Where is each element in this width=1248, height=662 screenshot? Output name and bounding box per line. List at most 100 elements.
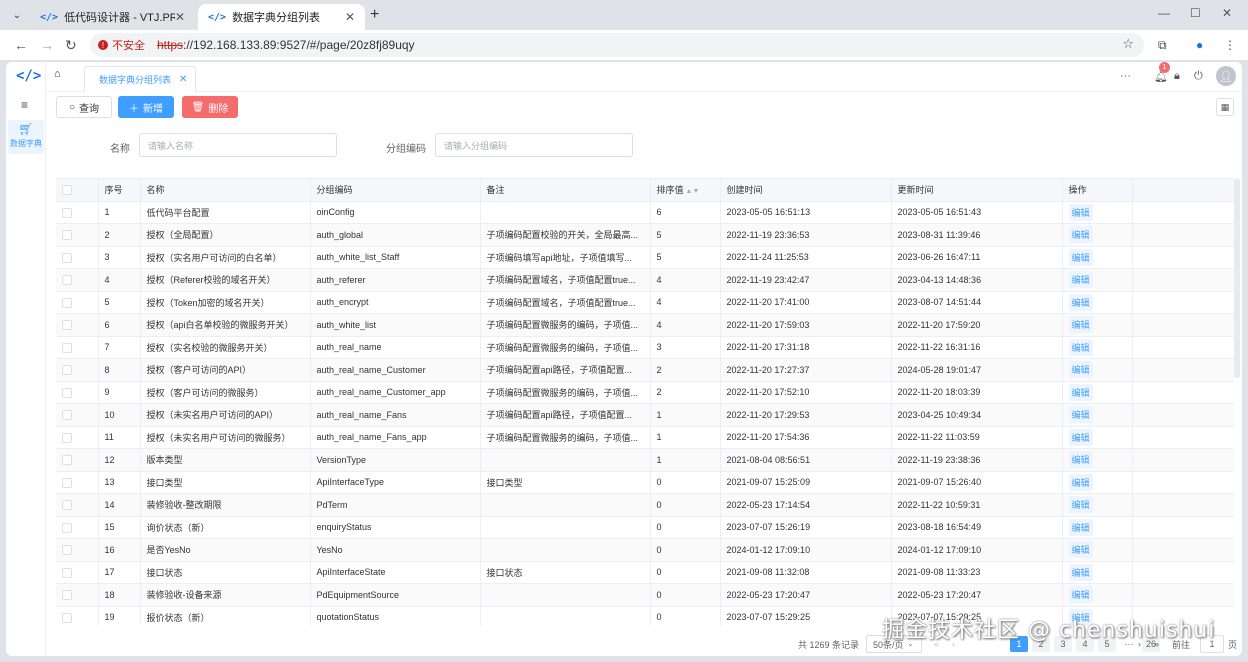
forward-icon[interactable]: → <box>40 37 54 53</box>
table-row[interactable]: 8 授权（客户可访问的API） auth_real_name_Customer 子项编… <box>56 358 1234 382</box>
menu-toggle-icon[interactable]: ≡ <box>21 98 28 112</box>
back-icon[interactable]: ← <box>14 37 28 53</box>
row-checkbox[interactable] <box>56 201 99 224</box>
row-checkbox[interactable] <box>56 471 99 494</box>
edit-button[interactable]: 编辑 <box>1068 406 1093 424</box>
window-close-icon[interactable]: ✕ <box>1222 6 1232 20</box>
row-checkbox[interactable] <box>56 606 99 626</box>
table-row[interactable]: 17 接口状态 ApiInterfaceState 接口状态 0 2021-09-08 1… <box>56 561 1234 584</box>
table-row[interactable]: 10 授权（未实名用户可访问的API） auth_real_name_Fans 子项编… <box>56 403 1234 427</box>
table-row[interactable]: 12 版本类型 VersionType 1 2021-08-04 08:56:51 202… <box>56 448 1234 472</box>
maximize-icon[interactable]: ☐ <box>1190 6 1201 20</box>
lock-icon[interactable]: 🔒︎ <box>1174 70 1180 83</box>
row-checkbox[interactable] <box>56 268 99 292</box>
edit-button[interactable]: 编辑 <box>1068 586 1093 604</box>
column-header-sortable[interactable]: 排序值 ▲▼ <box>650 179 721 202</box>
edit-button[interactable]: 编辑 <box>1068 203 1093 221</box>
edit-button[interactable]: 编辑 <box>1068 271 1093 289</box>
edit-button[interactable]: 编辑 <box>1068 451 1093 469</box>
table-row[interactable]: 6 授权（api白名单校验的微服务开关） auth_white_list 子项编码配置… <box>56 313 1234 337</box>
row-checkbox[interactable] <box>56 561 99 584</box>
table-row[interactable]: 2 授权（全局配置） auth_global 子项编码配置校验的开关，全局最高... 5… <box>56 223 1234 247</box>
table-row[interactable]: 15 询价状态（新） enquiryStatus 0 2023-07-07 15:26:… <box>56 516 1234 539</box>
select-all-checkbox[interactable] <box>56 179 99 202</box>
bookmark-star-icon[interactable]: ☆ <box>1122 36 1134 52</box>
table-row[interactable]: 16 是否YesNo YesNo 0 2024-01-12 17:09:10 2024-0… <box>56 538 1234 562</box>
edit-button[interactable]: 编辑 <box>1068 316 1093 334</box>
row-checkbox[interactable] <box>56 493 99 517</box>
browser-tab-designer[interactable]: </> 低代码设计器 - VTJ.PRO ✕ <box>30 4 195 30</box>
home-icon[interactable]: ⌂ <box>54 68 61 80</box>
browser-menu-icon[interactable]: ⋮ <box>1224 38 1236 52</box>
column-header-label: 排序值 <box>656 185 684 196</box>
warning-icon: ! <box>98 40 108 50</box>
code-filter-input[interactable]: 请输入分组编码 <box>435 133 633 157</box>
table-row[interactable]: 5 授权（Token加密的域名开关） auth_encrypt 子项编码配置域名，子项… <box>56 291 1234 314</box>
tab-dictionary-list[interactable]: 数据字典分组列表 ✕ <box>84 66 196 92</box>
add-button[interactable]: ＋ 新增 <box>118 96 174 118</box>
table-row[interactable]: 14 装修验收-整改期限 PdTerm 0 2022-05-23 17:14:54 202… <box>56 493 1234 517</box>
more-icon[interactable]: ··· <box>1120 70 1131 82</box>
edit-button[interactable]: 编辑 <box>1068 541 1093 559</box>
name-filter-input[interactable]: 请输入名称 <box>139 133 337 157</box>
row-checkbox[interactable] <box>56 516 99 539</box>
close-icon[interactable]: ✕ <box>175 10 185 24</box>
profile-icon[interactable]: ● <box>1196 38 1203 52</box>
close-icon[interactable]: ✕ <box>179 74 187 85</box>
extensions-icon[interactable]: ⧉ <box>1158 38 1167 53</box>
sidebar-item-dictionary[interactable]: 🛒︎ 数据字典 <box>8 120 44 154</box>
edit-button[interactable]: 编辑 <box>1068 248 1093 266</box>
row-checkbox[interactable] <box>56 538 99 562</box>
close-icon[interactable]: ✕ <box>345 10 355 24</box>
table-cell: 授权（客户可访问的API） <box>140 358 311 382</box>
row-checkbox[interactable] <box>56 448 99 472</box>
table-row[interactable]: 11 授权（未实名用户可访问的微服务） auth_real_name_Fans_ap… <box>56 426 1234 449</box>
row-checkbox[interactable] <box>56 313 99 337</box>
table-cell: 2022-11-20 17:59:03 <box>720 313 892 337</box>
edit-button[interactable]: 编辑 <box>1068 338 1093 356</box>
row-checkbox[interactable] <box>56 336 99 359</box>
address-bar[interactable]: ! 不安全 https://192.168.133.89:9527/#/page… <box>90 33 1144 57</box>
table-cell: 3 <box>650 336 721 359</box>
security-indicator[interactable]: ! 不安全 <box>98 37 145 53</box>
vtj-logo-icon[interactable]: </> <box>16 68 41 84</box>
table-row[interactable]: 13 接口类型 ApiInterfaceType 接口类型 0 2021-09-07 15… <box>56 471 1234 494</box>
row-checkbox[interactable] <box>56 223 99 247</box>
edit-button[interactable]: 编辑 <box>1068 473 1093 491</box>
table-row[interactable]: 4 授权（Referer校验的域名开关） auth_referer 子项编码配置域名，… <box>56 268 1234 292</box>
row-checkbox[interactable] <box>56 381 99 404</box>
tab-search-icon[interactable]: ⌄ <box>8 6 26 24</box>
row-checkbox[interactable] <box>56 246 99 269</box>
reload-icon[interactable]: ↻ <box>65 37 77 54</box>
power-icon[interactable]: ⏻ <box>1194 70 1203 83</box>
edit-button[interactable]: 编辑 <box>1068 226 1093 244</box>
table-cell: 10 <box>98 403 141 427</box>
edit-button[interactable]: 编辑 <box>1068 293 1093 311</box>
minimize-icon[interactable]: — <box>1158 6 1170 20</box>
edit-button[interactable]: 编辑 <box>1068 563 1093 581</box>
edit-button[interactable]: 编辑 <box>1068 496 1093 514</box>
edit-button[interactable]: 编辑 <box>1068 518 1093 536</box>
table-row[interactable]: 9 授权（客户可访问的微服务） auth_real_name_Customer_ap… <box>56 381 1234 404</box>
new-tab-icon[interactable]: + <box>370 6 379 24</box>
browser-tab-dictionary[interactable]: </> 数据字典分组列表 ✕ <box>198 4 365 30</box>
row-checkbox[interactable] <box>56 291 99 314</box>
delete-button[interactable]: 🗑︎ 删除 <box>182 96 238 118</box>
row-checkbox[interactable] <box>56 426 99 449</box>
query-button[interactable]: ○ 查询 <box>56 96 112 118</box>
actions-cell: 编辑 <box>1062 201 1133 224</box>
row-checkbox[interactable] <box>56 583 99 607</box>
layout-grid-icon[interactable]: ▦ <box>1216 98 1234 116</box>
row-checkbox[interactable] <box>56 358 99 382</box>
table-row[interactable]: 18 装修验收-设备来源 PdEquipmentSource 0 2022-05-23 … <box>56 583 1234 607</box>
table-row[interactable]: 1 低代码平台配置 oinConfig 6 2023-05-05 16:51:13 202… <box>56 201 1234 224</box>
row-checkbox[interactable] <box>56 403 99 427</box>
edit-button[interactable]: 编辑 <box>1068 361 1093 379</box>
edit-button[interactable]: 编辑 <box>1068 428 1093 446</box>
avatar[interactable]: 👤︎ <box>1216 66 1236 86</box>
table-row[interactable]: 3 授权（实名用户可访问的白名单） auth_white_list_Staff 子项编… <box>56 246 1234 269</box>
edit-button[interactable]: 编辑 <box>1068 383 1093 401</box>
sort-icon[interactable]: ▲▼ <box>686 188 700 195</box>
vertical-scrollbar[interactable] <box>1234 178 1240 378</box>
table-row[interactable]: 7 授权（实名校验的微服务开关） auth_real_name 子项编码配置微服务的编… <box>56 336 1234 359</box>
